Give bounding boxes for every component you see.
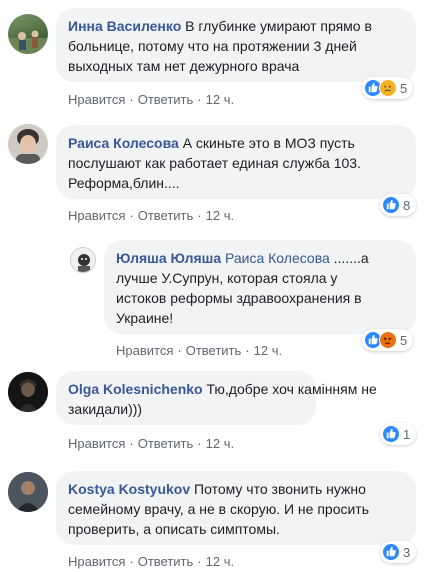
- reply-button[interactable]: Ответить: [138, 436, 194, 451]
- reaction-count: 5: [400, 80, 408, 96]
- comment-line-1: Olga Kolesnichenko Тю,добре хоч камінням…: [68, 379, 377, 399]
- author-name[interactable]: Раиса Колесова: [68, 135, 179, 151]
- comment-line-1: Инна Василенко В глубинке умирают прямо …: [68, 16, 404, 36]
- comment-bubble: Olga Kolesnichenko Тю,добре хоч камінням…: [56, 371, 377, 425]
- comment-5: Kostya Kostyukov Потому что звонить нужн…: [0, 460, 431, 572]
- comment-line-1: Юляша Юляша Раиса Колесова .......а: [116, 248, 404, 268]
- reactions-summary[interactable]: 5: [362, 329, 414, 351]
- comment-actions: Нравится · Ответить · 12 ч.: [68, 554, 234, 569]
- avatar-photo-icon: [71, 248, 95, 272]
- separator: ·: [245, 343, 250, 358]
- like-icon: [382, 196, 400, 214]
- reactions-summary[interactable]: 3: [380, 541, 417, 563]
- avatar[interactable]: [70, 247, 96, 273]
- comment-text: .......а: [333, 250, 369, 266]
- separator: ·: [197, 208, 202, 223]
- comment-line-1: Раиса Колесова А скиньте это в МОЗ пусть: [68, 133, 404, 153]
- comment-text: Тю,добре хоч камінням не: [206, 381, 377, 397]
- separator: ·: [177, 343, 182, 358]
- comment-actions: Нравится · Ответить · 12 ч.: [116, 343, 282, 358]
- comment-reply: Юляша Юляша Раиса Колесова .......а лучш…: [0, 227, 431, 360]
- comment-bubble: Инна Василенко В глубинке умирают прямо …: [56, 8, 416, 82]
- avatar-photo-icon: [8, 30, 48, 54]
- sad-icon: [379, 79, 397, 97]
- comment-bubble: Раиса Колесова А скиньте это в МОЗ пусть…: [56, 125, 416, 199]
- comment-text: Украине!: [116, 310, 174, 326]
- reactions-summary[interactable]: 8: [380, 194, 417, 216]
- separator: ·: [197, 436, 202, 451]
- comment-text: проверить, а описать симптомы.: [68, 521, 280, 537]
- like-button[interactable]: Нравится: [68, 436, 125, 451]
- comment-text: закидали))): [68, 401, 143, 417]
- reaction-count: 8: [403, 197, 411, 213]
- reaction-count: 5: [400, 332, 408, 348]
- reply-button[interactable]: Ответить: [138, 208, 194, 223]
- comment-actions: Нравится · Ответить · 12 ч.: [68, 92, 234, 107]
- author-name[interactable]: Olga Kolesnichenko: [68, 381, 203, 397]
- separator: ·: [197, 92, 202, 107]
- comment-line-1: Kostya Kostyukov Потому что звонить нужн…: [68, 479, 404, 499]
- like-button[interactable]: Нравится: [68, 92, 125, 107]
- comment-actions: Нравится · Ответить · 12 ч.: [68, 208, 234, 223]
- author-name[interactable]: Инна Василенко: [68, 18, 181, 34]
- comment-2: Раиса Колесова А скиньте это в МОЗ пусть…: [0, 112, 431, 227]
- comment-text: В глубинке умирают прямо в: [185, 18, 372, 34]
- like-icon: [382, 425, 400, 443]
- reactions-summary[interactable]: 5: [362, 77, 414, 99]
- avatar-photo-icon: [8, 472, 48, 512]
- comment-text: Потому что звонить нужно: [194, 481, 366, 497]
- avatar[interactable]: [8, 372, 48, 412]
- author-name[interactable]: Юляша Юляша: [116, 250, 221, 266]
- separator: ·: [129, 92, 134, 107]
- comment-text: Реформа,блин....: [68, 175, 180, 191]
- mention-link[interactable]: Раиса Колесова: [225, 250, 330, 266]
- comment-actions: Нравится · Ответить · 12 ч.: [68, 436, 234, 451]
- comment-bubble: Kostya Kostyukov Потому что звонить нужн…: [56, 471, 416, 545]
- comment-text: семейному врачу, а не в скорую. И не про…: [68, 501, 370, 517]
- like-button[interactable]: Нравится: [68, 554, 125, 569]
- reaction-count: 1: [403, 426, 411, 442]
- timestamp[interactable]: 12 ч.: [254, 343, 282, 358]
- angry-icon: [379, 331, 397, 349]
- separator: ·: [129, 208, 134, 223]
- comment-4: Olga Kolesnichenko Тю,добре хоч камінням…: [0, 360, 431, 460]
- comment-text: послушают как работает единая служба 103…: [68, 155, 361, 171]
- separator: ·: [129, 436, 134, 451]
- comment-text: истоков реформы здравоохранения в: [116, 290, 362, 306]
- avatar-photo-icon: [8, 372, 48, 412]
- separator: ·: [129, 554, 134, 569]
- comment-1: Инна Василенко В глубинке умирают прямо …: [0, 0, 431, 112]
- comment-text: А скиньте это в МОЗ пусть: [182, 135, 355, 151]
- reply-button[interactable]: Ответить: [138, 92, 194, 107]
- avatar[interactable]: [8, 124, 48, 164]
- avatar[interactable]: [8, 472, 48, 512]
- timestamp[interactable]: 12 ч.: [206, 436, 234, 451]
- like-button[interactable]: Нравится: [68, 208, 125, 223]
- comment-text: больнице, потому что на протяжении 3 дне…: [68, 38, 357, 54]
- timestamp[interactable]: 12 ч.: [206, 208, 234, 223]
- reply-button[interactable]: Ответить: [138, 554, 194, 569]
- comment-text: лучше У.Супрун, которая стояла у: [116, 270, 338, 286]
- avatar[interactable]: [8, 14, 48, 54]
- comment-bubble: Юляша Юляша Раиса Колесова .......а лучш…: [104, 240, 416, 334]
- like-button[interactable]: Нравится: [116, 343, 173, 358]
- reply-button[interactable]: Ответить: [186, 343, 242, 358]
- timestamp[interactable]: 12 ч.: [206, 554, 234, 569]
- reaction-count: 3: [403, 544, 411, 560]
- comment-text: выходных там нет дежурного врача: [68, 58, 300, 74]
- author-name[interactable]: Kostya Kostyukov: [68, 481, 190, 497]
- reactions-summary[interactable]: 1: [380, 423, 417, 445]
- timestamp[interactable]: 12 ч.: [206, 92, 234, 107]
- separator: ·: [197, 554, 202, 569]
- avatar-photo-icon: [8, 124, 48, 164]
- like-icon: [382, 543, 400, 561]
